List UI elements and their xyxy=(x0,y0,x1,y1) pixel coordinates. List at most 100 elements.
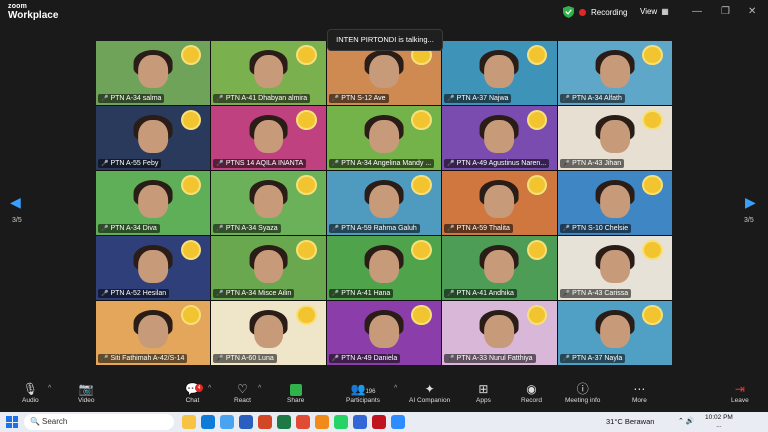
participant-name-tag: 🎤 PTN A-41 Andhika xyxy=(444,289,517,298)
participant-video xyxy=(599,55,630,89)
pdf-icon[interactable] xyxy=(372,415,386,429)
sun-sticker-icon xyxy=(296,239,317,261)
recording-indicator[interactable]: Recording xyxy=(563,6,627,18)
share-button[interactable]: Share xyxy=(287,382,304,404)
minimize-icon[interactable]: — xyxy=(692,6,702,17)
audio-button[interactable]: 🎙 Audio xyxy=(22,382,39,404)
store-icon[interactable] xyxy=(220,415,234,429)
leave-button[interactable]: ⇥ Leave xyxy=(731,382,749,404)
participant-tile[interactable]: 🎤 PTN A-43 Jihan xyxy=(557,106,672,170)
participant-tile[interactable]: 🎤 PTN A-60 Luna xyxy=(211,301,326,365)
meeting-info-button[interactable]: ⓘ Meeting info xyxy=(565,382,600,404)
participant-video xyxy=(253,120,284,154)
sun-sticker-icon xyxy=(180,239,202,261)
participant-video xyxy=(369,120,399,154)
file-explorer-icon[interactable] xyxy=(182,415,196,429)
sun-sticker-icon xyxy=(411,304,433,326)
chevron-up-icon[interactable]: ^ xyxy=(394,385,397,392)
tray-icons[interactable]: ⌃ 🔊 xyxy=(678,417,695,425)
participant-tile[interactable]: 🎤 PTN A-33 Nurul Fatthiya xyxy=(442,301,557,365)
chat-button[interactable]: 💬 4 Chat xyxy=(185,382,203,404)
participant-video xyxy=(253,250,284,284)
clock[interactable]: 10:02 PM ... xyxy=(705,414,733,430)
record-dot-icon xyxy=(579,8,586,16)
leave-label: Leave xyxy=(731,397,749,404)
chevron-up-icon[interactable]: ^ xyxy=(208,385,211,392)
participant-name-tag: 🎤 PTN A-41 Hana xyxy=(328,289,394,298)
participant-tile[interactable]: 🎤 PTN A-34 Alfath xyxy=(557,41,672,105)
mic-muted-icon: 🎤 xyxy=(447,291,455,297)
apps-button[interactable]: ⊞ Apps xyxy=(476,382,491,404)
chrome-icon[interactable] xyxy=(296,415,310,429)
participant-tile[interactable]: 🎤 PTN A-34 Angelina Mandy ... xyxy=(326,106,442,170)
windows-start-icon[interactable] xyxy=(6,416,18,428)
participant-tile[interactable]: 🎤 PTN A-37 Nayla xyxy=(557,301,672,365)
sun-sticker-icon xyxy=(296,304,317,326)
mic-muted-icon: 🎤 xyxy=(562,356,571,362)
participant-tile[interactable]: 🎤 PTN A-41 Dhabyan almira xyxy=(211,41,326,105)
participant-tile[interactable]: 🎤 PTN A-59 Rahma Galuh xyxy=(326,171,442,235)
participant-tile[interactable]: 🎤 PTN A-41 Hana xyxy=(326,236,442,300)
info-icon: ⓘ xyxy=(576,382,589,396)
chevron-up-icon[interactable]: ^ xyxy=(48,385,51,392)
participant-name-tag: 🎤 PTN A-34 Alfath xyxy=(559,94,625,103)
camera-off-icon: 📷 xyxy=(78,382,94,396)
participant-tile[interactable]: 🎤 PTN A-34 Diva xyxy=(96,171,211,235)
mic-muted-icon: 🎤 xyxy=(101,96,109,102)
word-icon[interactable] xyxy=(239,415,253,429)
view-button[interactable]: View ▦ xyxy=(640,7,669,16)
participant-video xyxy=(138,250,169,284)
participant-tile[interactable]: 🎤 Siti Fathimah A-42/S-14 xyxy=(96,301,211,365)
participant-tile[interactable]: 🎤 PTN A-55 Feby xyxy=(96,106,211,170)
participant-tile[interactable]: 🎤 PTN A-37 Najwa xyxy=(442,41,557,105)
react-label: React xyxy=(234,397,251,404)
participants-button[interactable]: 👥196 Participants xyxy=(346,382,380,404)
participant-name: Siti Fathimah A-42/S-14 xyxy=(110,355,185,362)
apps-label: Apps xyxy=(476,397,491,404)
restore-icon[interactable]: ❐ xyxy=(721,6,730,17)
video-button[interactable]: 📷 Video xyxy=(78,382,95,404)
participant-video xyxy=(484,55,515,89)
taskbar-search[interactable]: 🔍 Search xyxy=(24,414,174,430)
next-page-icon[interactable]: ▶ xyxy=(745,194,756,211)
participant-tile[interactable]: 🎤 PTN A-41 Andhika xyxy=(442,236,557,300)
excel-icon[interactable] xyxy=(277,415,291,429)
mic-muted-icon: 🎤 xyxy=(101,161,109,167)
record-icon: ◉ xyxy=(526,382,537,396)
weather-widget[interactable]: 31°C Berawan xyxy=(606,417,654,426)
sun-sticker-icon xyxy=(526,304,548,326)
participant-tile[interactable]: 🎤 PTN A-34 Syaza xyxy=(211,171,326,235)
record-button[interactable]: ◉ Record xyxy=(521,382,542,404)
participant-tile[interactable]: 🎤 PTN A-49 Agustinus Naren... xyxy=(442,106,557,170)
meeting-toolbar: 🎙 Audio ^ 📷 Video 💬 4 Chat ^ ♡ React ^ Share … xyxy=(0,378,768,412)
sun-sticker-icon xyxy=(642,109,663,131)
firefox-icon[interactable] xyxy=(315,415,329,429)
sun-sticker-icon xyxy=(296,44,317,66)
participant-tile[interactable]: 🎤 PTN A-52 Hesilan xyxy=(96,236,211,300)
participant-tile[interactable]: 🎤 PTN A-34 Misce Ailin xyxy=(211,236,326,300)
sun-sticker-icon xyxy=(642,239,663,261)
ai-companion-button[interactable]: ✦ AI Companion xyxy=(409,382,450,404)
edge-icon[interactable] xyxy=(201,415,215,429)
zoom-app-icon[interactable] xyxy=(391,415,405,429)
prev-page-icon[interactable]: ◀ xyxy=(10,194,21,211)
mic-muted-icon: 🎤 xyxy=(216,161,224,167)
more-button[interactable]: ⋯ More xyxy=(632,382,647,404)
whatsapp-icon[interactable] xyxy=(334,415,348,429)
participant-tile[interactable]: 🎤 PTN A-34 salma xyxy=(96,41,211,105)
participant-name-tag: 🎤 Siti Fathimah A-42/S-14 xyxy=(98,354,188,363)
participant-tile[interactable]: 🎤 PTN A-59 Thalita xyxy=(442,171,557,235)
app-icon[interactable] xyxy=(353,415,367,429)
close-icon[interactable]: ✕ xyxy=(748,6,756,17)
participant-tile[interactable]: 🎤 PTN A-43 Carissa xyxy=(557,236,672,300)
chat-label: Chat xyxy=(185,397,200,404)
chevron-up-icon[interactable]: ^ xyxy=(258,385,261,392)
participant-name: PTN A-55 Feby xyxy=(110,160,159,167)
participant-tile[interactable]: 🎤 PTNS 14 AQILA INANTA xyxy=(211,106,326,170)
participant-tile[interactable]: 🎤 PTN S-10 Chelsie xyxy=(557,171,672,235)
sun-sticker-icon xyxy=(411,109,433,131)
brand-bottom: Workplace xyxy=(8,10,59,21)
react-button[interactable]: ♡ React xyxy=(234,382,251,404)
powerpoint-icon[interactable] xyxy=(258,415,272,429)
participant-tile[interactable]: 🎤 PTN A-49 Daniela xyxy=(326,301,442,365)
